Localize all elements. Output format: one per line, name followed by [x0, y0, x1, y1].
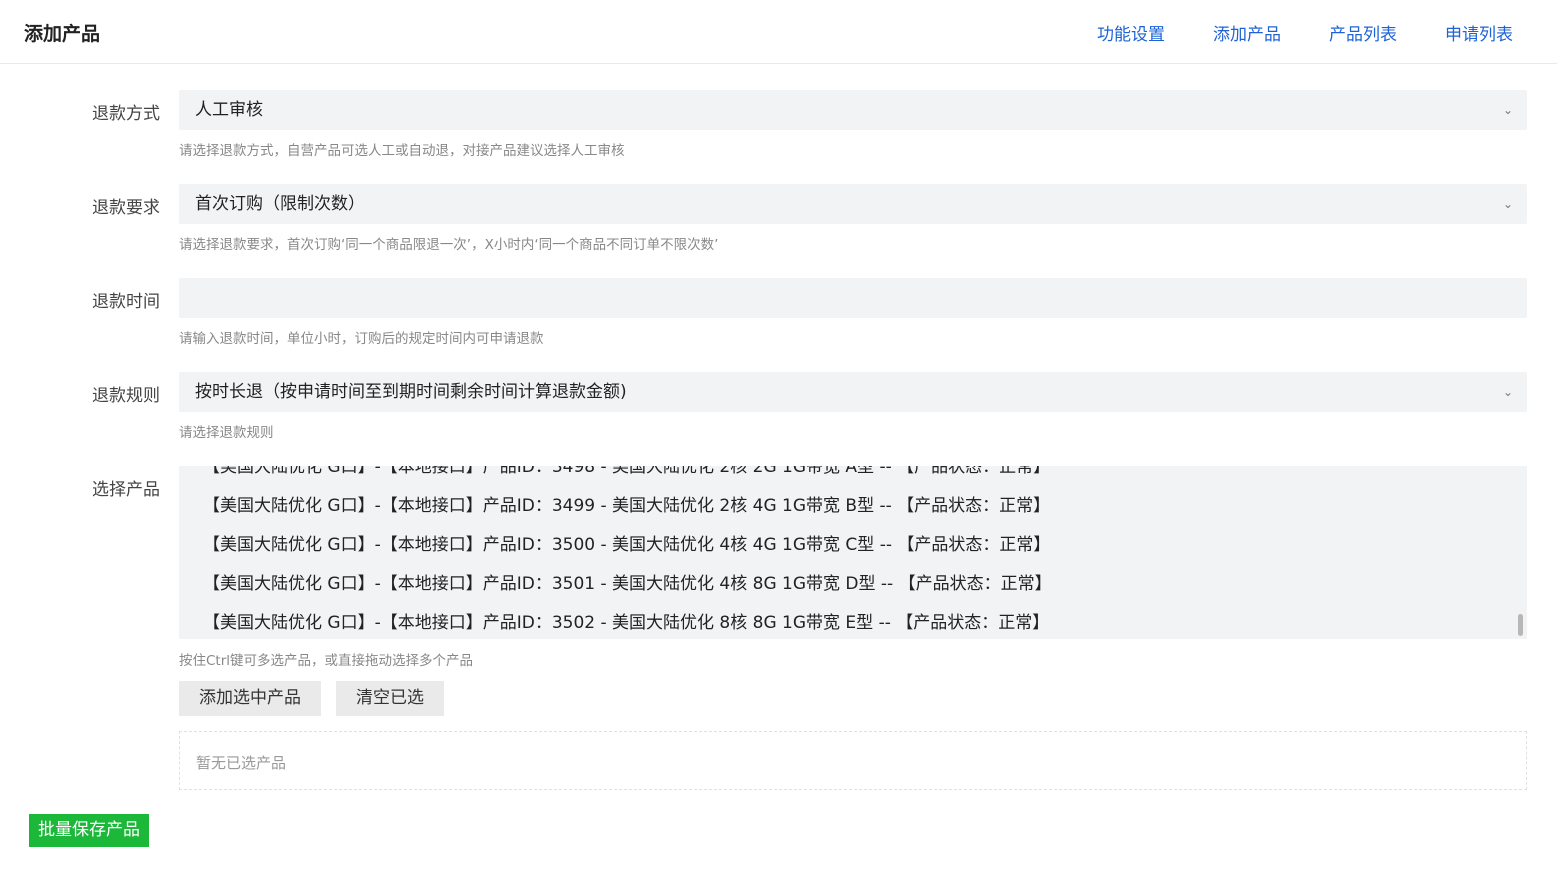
- refund-rule-hint: 请选择退款规则: [179, 425, 274, 441]
- list-item[interactable]: 【美国大陆优化 G口】-【本地接口】产品ID：3502 - 美国大陆优化 8核 …: [203, 608, 1049, 633]
- nav-product-list[interactable]: 产品列表: [1329, 20, 1397, 45]
- refund-time-label: 退款时间: [92, 292, 160, 312]
- chevron-down-icon: ⌄: [1502, 197, 1513, 211]
- clear-selected-button[interactable]: 清空已选: [336, 681, 444, 716]
- product-multiselect[interactable]: 【美国大陆优化 G口】-【本地接口】产品ID：3498 - 美国大陆优化 2核 …: [179, 466, 1527, 639]
- selected-products-box: 暂无已选产品: [179, 731, 1527, 790]
- add-selected-products-button[interactable]: 添加选中产品: [179, 681, 321, 716]
- refund-method-label: 退款方式: [92, 104, 160, 124]
- refund-time-hint: 请输入退款时间，单位小时，订购后的规定时间内可申请退款: [179, 331, 544, 347]
- list-item[interactable]: 【美国大陆优化 G口】-【本地接口】产品ID：3498 - 美国大陆优化 2核 …: [203, 466, 1050, 477]
- refund-requirement-select[interactable]: 首次订购（限制次数） ⌄: [179, 184, 1527, 224]
- nav-feature-settings[interactable]: 功能设置: [1097, 20, 1165, 45]
- refund-method-select[interactable]: 人工审核 ⌄: [179, 90, 1527, 130]
- header-bar: 添加产品 功能设置 添加产品 产品列表 申请列表: [0, 0, 1557, 64]
- refund-method-hint: 请选择退款方式，自营产品可选人工或自动退，对接产品建议选择人工审核: [179, 143, 625, 159]
- refund-rule-select[interactable]: 按时长退（按申请时间至到期时间剩余时间计算退款金额) ⌄: [179, 372, 1527, 412]
- list-item[interactable]: 【美国大陆优化 G口】-【本地接口】产品ID：3500 - 美国大陆优化 4核 …: [203, 530, 1050, 555]
- refund-rule-value: 按时长退（按申请时间至到期时间剩余时间计算退款金额): [195, 382, 627, 402]
- selected-empty-text: 暂无已选产品: [196, 754, 287, 772]
- list-item[interactable]: 【美国大陆优化 G口】-【本地接口】产品ID：3499 - 美国大陆优化 2核 …: [203, 491, 1050, 516]
- refund-requirement-label: 退款要求: [92, 198, 160, 218]
- nav-add-product[interactable]: 添加产品: [1213, 20, 1281, 45]
- batch-save-button[interactable]: 批量保存产品: [29, 814, 149, 847]
- refund-rule-label: 退款规则: [92, 386, 160, 406]
- scrollbar-thumb[interactable]: [1518, 614, 1523, 636]
- product-select-hint: 按住Ctrl键可多选产品，或直接拖动选择多个产品: [179, 653, 474, 669]
- refund-requirement-value: 首次订购（限制次数）: [195, 194, 365, 214]
- nav-application-list[interactable]: 申请列表: [1445, 20, 1513, 45]
- top-nav: 功能设置 添加产品 产品列表 申请列表: [1097, 20, 1513, 45]
- list-item[interactable]: 【美国大陆优化 G口】-【本地接口】产品ID：3501 - 美国大陆优化 4核 …: [203, 569, 1052, 594]
- chevron-down-icon: ⌄: [1502, 103, 1513, 117]
- refund-time-input[interactable]: [179, 278, 1527, 318]
- page-title: 添加产品: [24, 23, 101, 45]
- product-select-label: 选择产品: [92, 480, 160, 500]
- chevron-down-icon: ⌄: [1502, 385, 1513, 399]
- refund-method-value: 人工审核: [195, 100, 263, 120]
- refund-requirement-hint: 请选择退款要求，首次订购‘同一个商品限退一次’，X小时内‘同一个商品不同订单不限…: [179, 237, 719, 253]
